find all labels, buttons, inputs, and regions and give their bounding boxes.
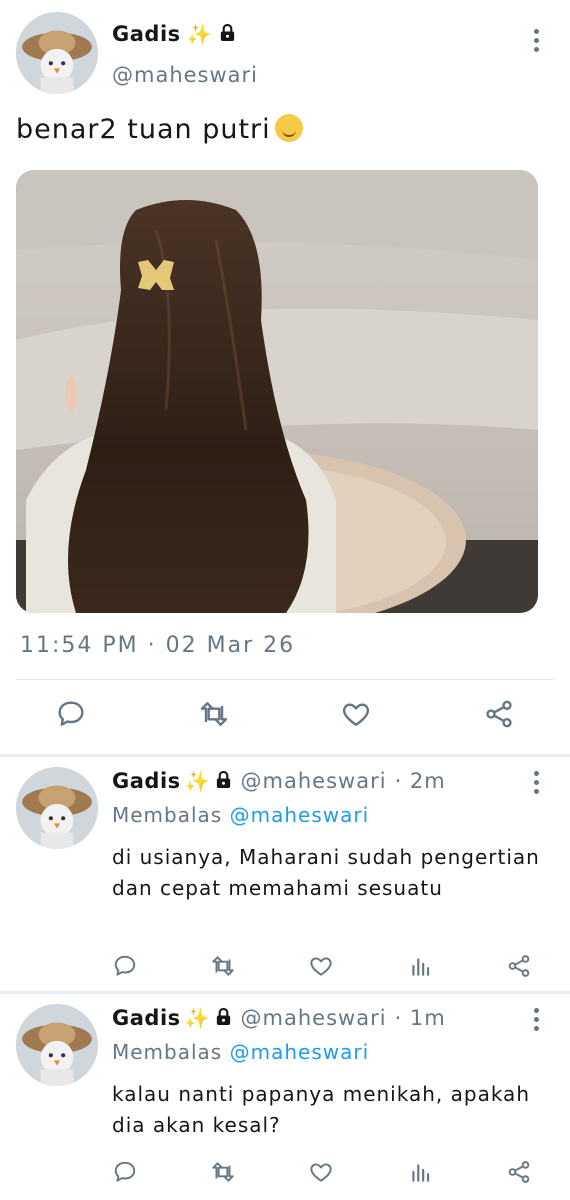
reply-text: kalau nanti papanya menikah, apakah dia …: [112, 1082, 530, 1137]
tweet-timestamp: 11:54 PM · 02 Mar 26: [20, 633, 296, 658]
author-name-row: Gadis ✨: [112, 22, 237, 46]
share-icon[interactable]: [483, 698, 515, 730]
avatar-image: [16, 12, 98, 94]
lock-icon: [214, 1007, 233, 1030]
retweet-icon[interactable]: [210, 1159, 236, 1185]
avatar[interactable]: [16, 1004, 98, 1086]
like-icon[interactable]: [340, 698, 372, 730]
more-options-icon[interactable]: [526, 25, 546, 55]
retweet-icon[interactable]: [210, 953, 236, 979]
lock-icon: [218, 23, 237, 46]
replying-to: Membalas @maheswari: [112, 1040, 369, 1064]
reply-handle[interactable]: @maheswari: [241, 1006, 387, 1030]
replying-to-handle[interactable]: @maheswari: [230, 803, 370, 827]
lock-icon: [214, 770, 233, 793]
tweet-text: benar2 tuan putri: [16, 114, 303, 145]
reply-handle[interactable]: @maheswari: [241, 769, 387, 793]
sparkle-emoji: ✨: [186, 22, 212, 46]
replying-to: Membalas @maheswari: [112, 803, 369, 827]
more-options-icon[interactable]: [526, 1004, 546, 1034]
analytics-icon[interactable]: [408, 953, 434, 979]
reply-icon[interactable]: [55, 698, 87, 730]
like-icon[interactable]: [308, 1159, 334, 1185]
reply-tweet[interactable]: Gadis ✨ @maheswari · 1m Membalas @mahesw…: [0, 994, 570, 1200]
replying-to-handle[interactable]: @maheswari: [230, 1040, 370, 1064]
analytics-icon[interactable]: [408, 1159, 434, 1185]
replying-label: Membalas: [112, 1040, 223, 1064]
reply-icon[interactable]: [112, 1159, 138, 1185]
reply-icon[interactable]: [112, 953, 138, 979]
display-name[interactable]: Gadis: [112, 1006, 181, 1030]
photo-image: [16, 170, 538, 613]
avatar-image: [16, 1004, 98, 1086]
retweet-icon[interactable]: [198, 698, 230, 730]
reply-header: Gadis ✨ @maheswari · 1m: [112, 1006, 446, 1030]
divider: [16, 679, 554, 680]
avatar[interactable]: [16, 12, 98, 94]
reply-header: Gadis ✨ @maheswari · 2m: [112, 769, 446, 793]
tweet-text-body: benar2 tuan putri: [16, 114, 271, 145]
display-name[interactable]: Gadis: [112, 769, 181, 793]
like-icon[interactable]: [308, 953, 334, 979]
replying-label: Membalas: [112, 803, 223, 827]
display-name[interactable]: Gadis: [112, 22, 181, 46]
avatar-image: [16, 767, 98, 849]
share-icon[interactable]: [506, 953, 532, 979]
tweet-photo[interactable]: [16, 170, 538, 613]
relieved-face-emoji: [274, 114, 303, 142]
reply-time: · 2m: [394, 769, 446, 793]
reply-time: · 1m: [394, 1006, 446, 1030]
more-options-icon[interactable]: [526, 767, 546, 797]
sparkle-emoji: ✨: [184, 1006, 210, 1030]
sparkle-emoji: ✨: [184, 769, 210, 793]
share-icon[interactable]: [506, 1159, 532, 1185]
main-tweet: Gadis ✨ @maheswari benar2 tuan putri 11:…: [0, 0, 570, 755]
avatar[interactable]: [16, 767, 98, 849]
reply-text: di usianya, Maharani sudah pengertian da…: [112, 845, 540, 900]
author-handle[interactable]: @maheswari: [112, 63, 258, 87]
reply-tweet[interactable]: Gadis ✨ @maheswari · 2m Membalas @mahesw…: [0, 757, 570, 992]
